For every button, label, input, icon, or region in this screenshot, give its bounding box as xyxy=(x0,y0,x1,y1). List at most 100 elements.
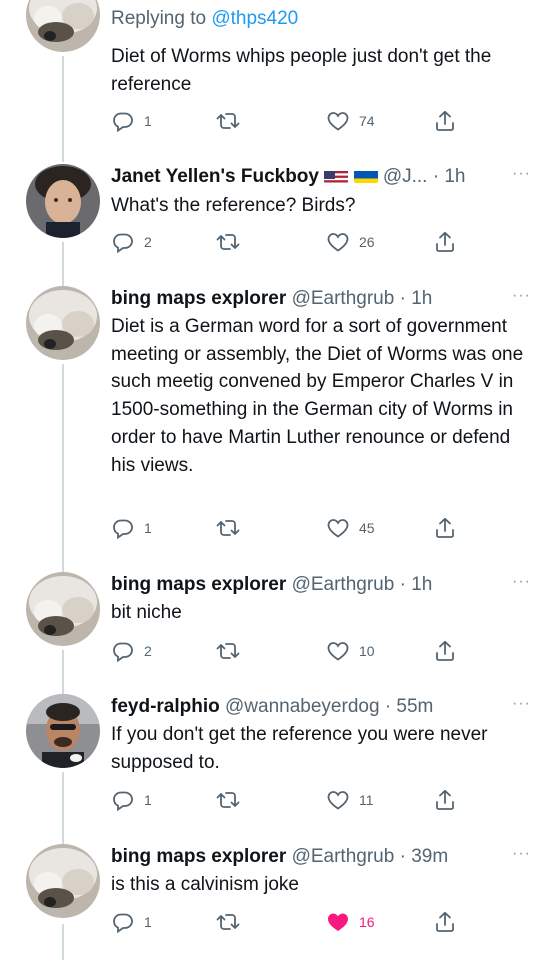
reply-button[interactable]: 1 xyxy=(111,788,152,812)
timestamp[interactable]: 1h xyxy=(444,166,465,187)
more-icon[interactable]: ··· xyxy=(512,572,531,592)
like-icon xyxy=(327,791,349,810)
timestamp[interactable]: 1h xyxy=(411,574,432,595)
more-icon[interactable]: ··· xyxy=(512,694,531,714)
retweet-icon xyxy=(216,113,240,129)
tweet-header: bing maps explorer @Earthgrub · 39m xyxy=(111,844,531,870)
thread-line xyxy=(62,924,64,960)
tweet-actions: 1 74 xyxy=(111,109,471,133)
tweet-actions: 1 45 xyxy=(111,516,471,540)
timestamp[interactable]: 39m xyxy=(411,846,448,867)
retweet-button[interactable] xyxy=(216,109,249,133)
share-button[interactable] xyxy=(433,910,457,934)
share-icon xyxy=(436,911,454,932)
retweet-button[interactable] xyxy=(216,639,249,663)
reply-to-mention-link[interactable]: @thps420 xyxy=(211,8,298,29)
retweet-icon xyxy=(216,234,240,250)
retweet-button[interactable] xyxy=(216,910,249,934)
display-name[interactable]: bing maps explorer xyxy=(111,574,286,595)
tweet-text: is this a calvinism joke xyxy=(111,874,299,895)
reply-count: 1 xyxy=(144,113,152,129)
tweet-text: Diet is a German word for a sort of gove… xyxy=(111,316,524,476)
separator-dot: · xyxy=(432,166,440,187)
user-handle[interactable]: @Earthgrub xyxy=(292,288,395,309)
timestamp[interactable]: 55m xyxy=(396,696,433,717)
user-handle[interactable]: @Earthgrub xyxy=(292,846,395,867)
reply-button[interactable]: 1 xyxy=(111,109,152,133)
reply-button[interactable]: 2 xyxy=(111,230,152,254)
like-icon xyxy=(327,642,349,661)
like-icon xyxy=(327,519,349,538)
reply-count: 1 xyxy=(144,792,152,808)
reply-button[interactable]: 1 xyxy=(111,910,152,934)
thread-line xyxy=(62,364,64,574)
ukraine-flag-icon xyxy=(353,168,378,183)
avatar[interactable] xyxy=(26,844,100,918)
user-handle[interactable]: @Earthgrub xyxy=(292,574,395,595)
share-button[interactable] xyxy=(433,230,457,254)
retweet-icon xyxy=(216,643,240,659)
reply-icon xyxy=(113,913,133,934)
avatar[interactable] xyxy=(26,286,100,360)
more-icon[interactable]: ··· xyxy=(512,286,531,306)
like-button[interactable]: 45 xyxy=(326,516,375,540)
timestamp[interactable]: 1h xyxy=(411,288,432,309)
retweet-button[interactable] xyxy=(216,788,249,812)
avatar[interactable] xyxy=(26,164,100,238)
tweet-actions: 1 11 xyxy=(111,788,471,812)
tweet-header: bing maps explorer @Earthgrub · 1h xyxy=(111,286,531,312)
retweet-button[interactable] xyxy=(216,516,249,540)
reply-icon xyxy=(113,642,133,663)
share-icon xyxy=(436,640,454,661)
user-handle[interactable]: @wannabeyerdog xyxy=(225,696,380,717)
tweet-actions: 1 16 xyxy=(111,910,471,934)
avatar[interactable] xyxy=(26,0,100,52)
more-icon[interactable]: ··· xyxy=(512,164,531,184)
tweet-text: If you don't get the reference you were … xyxy=(111,724,488,773)
thread-line xyxy=(62,650,64,698)
share-icon xyxy=(436,517,454,538)
display-name[interactable]: bing maps explorer xyxy=(111,288,286,309)
like-button[interactable]: 74 xyxy=(326,109,375,133)
avatar[interactable] xyxy=(26,694,100,768)
reply-count: 1 xyxy=(144,520,152,536)
share-button[interactable] xyxy=(433,516,457,540)
display-name[interactable]: feyd-ralphio xyxy=(111,696,220,717)
like-count: 74 xyxy=(359,113,375,129)
separator-dot: · xyxy=(399,288,406,309)
separator-dot: · xyxy=(384,696,392,717)
like-count: 10 xyxy=(359,643,375,659)
share-icon xyxy=(436,231,454,252)
display-name[interactable]: Janet Yellen's Fuckboy xyxy=(111,166,319,187)
tweet-text: What's the reference? Birds? xyxy=(111,195,356,216)
share-button[interactable] xyxy=(433,639,457,663)
like-button[interactable]: 10 xyxy=(326,639,375,663)
us-flag-icon xyxy=(324,168,349,183)
reply-button[interactable]: 1 xyxy=(111,516,152,540)
tweet-header: Janet Yellen's Fuckboy @J... · 1h xyxy=(111,164,531,190)
tweet-actions: 2 10 xyxy=(111,639,471,663)
like-filled-icon xyxy=(328,913,348,931)
separator-dot: · xyxy=(399,574,406,595)
reply-button[interactable]: 2 xyxy=(111,639,152,663)
tweet-header: feyd-ralphio @wannabeyerdog · 55m xyxy=(111,694,531,720)
share-icon xyxy=(436,789,454,810)
retweet-icon xyxy=(216,914,240,930)
like-count: 45 xyxy=(359,520,375,536)
like-button[interactable]: 11 xyxy=(326,788,374,812)
share-button[interactable] xyxy=(433,788,457,812)
retweet-button[interactable] xyxy=(216,230,249,254)
like-button[interactable]: 26 xyxy=(326,230,375,254)
like-count: 16 xyxy=(359,914,375,930)
display-name[interactable]: bing maps explorer xyxy=(111,846,286,867)
share-button[interactable] xyxy=(433,109,457,133)
retweet-icon xyxy=(216,520,240,536)
separator-dot: · xyxy=(399,846,406,867)
user-handle[interactable]: @J... xyxy=(383,166,428,187)
reply-icon xyxy=(113,233,133,254)
thread-line xyxy=(62,772,64,850)
more-icon[interactable]: ··· xyxy=(512,844,531,864)
reply-icon xyxy=(113,791,133,812)
like-button[interactable]: 16 xyxy=(326,910,375,934)
avatar[interactable] xyxy=(26,572,100,646)
